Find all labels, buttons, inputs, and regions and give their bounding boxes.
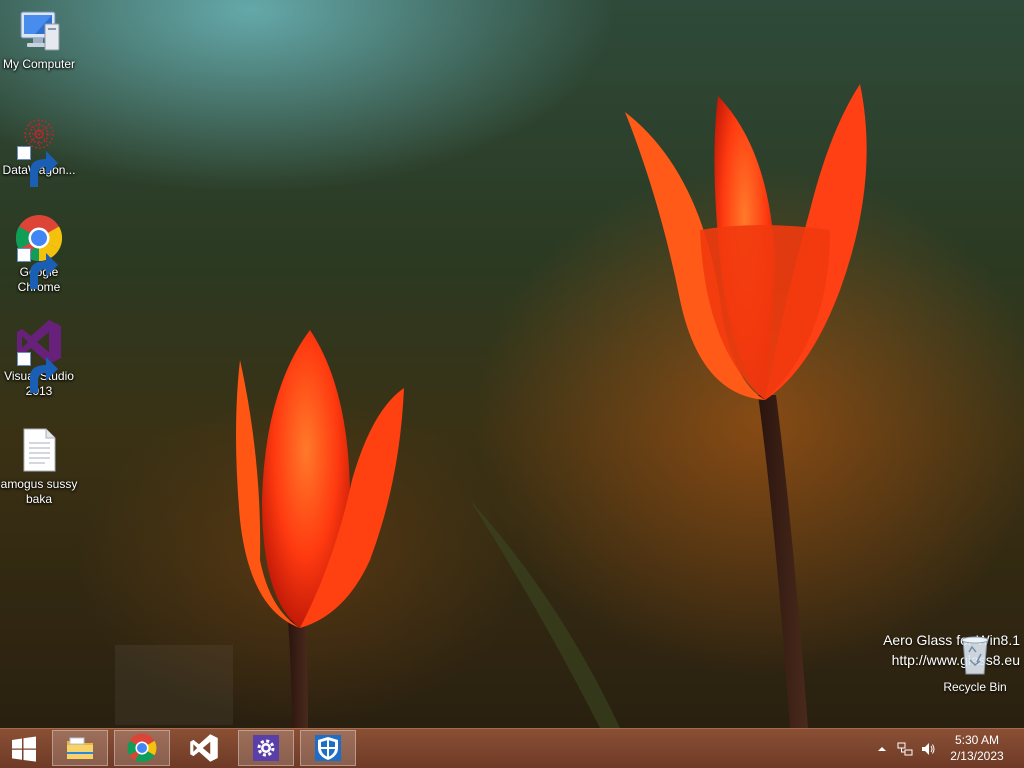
taskbar-button-settings[interactable]	[238, 730, 294, 766]
settings-icon	[253, 735, 279, 761]
visual-studio-icon	[190, 734, 218, 762]
chrome-icon	[127, 733, 157, 763]
show-hidden-icons-icon[interactable]	[874, 741, 890, 757]
recycle-bin-icon	[955, 632, 995, 676]
desktop-icon-amogus-sussy-baka[interactable]: amogus sussy baka	[0, 426, 78, 507]
taskbar-button-windows-defender[interactable]	[300, 730, 356, 766]
recycle-bin-label: Recycle Bin	[943, 680, 1007, 694]
desktop[interactable]: My Computer DataWagon...	[0, 0, 1024, 728]
shortcut-arrow-icon	[17, 352, 58, 393]
desktop-icon-label: amogus sussy baka	[0, 477, 78, 506]
taskbar-button-file-explorer[interactable]	[52, 730, 108, 766]
windows-logo-icon	[12, 736, 36, 762]
clock-date: 2/13/2023	[950, 749, 1004, 763]
desktop-icon-label: My Computer	[2, 57, 76, 71]
tulip-wallpaper	[115, 84, 867, 728]
desktop-icon-visual-studio-2013[interactable]: Visual Studio 2013	[0, 318, 78, 399]
shortcut-arrow-icon	[17, 248, 58, 289]
desktop-icon-recycle-bin[interactable]: Recycle Bin	[936, 632, 1014, 694]
desktop-icon-datawagon[interactable]: DataWagon...	[0, 112, 78, 187]
start-button[interactable]	[0, 729, 48, 768]
visual-studio-icon	[15, 318, 63, 393]
taskbar-clock[interactable]: 5:30 AM 2/13/2023	[932, 732, 1022, 764]
chrome-icon	[15, 214, 63, 289]
file-explorer-icon	[67, 737, 93, 759]
shield-icon	[315, 735, 341, 761]
datawagon-icon	[15, 112, 63, 187]
shortcut-arrow-icon	[17, 146, 58, 187]
text-document-icon	[15, 426, 63, 474]
computer-icon	[15, 6, 63, 54]
desktop-icon-google-chrome[interactable]: Google Chrome	[0, 214, 78, 295]
clock-time: 5:30 AM	[954, 733, 1000, 747]
taskbar-button-google-chrome[interactable]	[114, 730, 170, 766]
network-icon[interactable]	[897, 741, 913, 757]
taskbar: 5:30 AM 2/13/2023	[0, 728, 1024, 768]
desktop-icon-my-computer[interactable]: My Computer	[0, 6, 78, 72]
taskbar-button-visual-studio[interactable]	[176, 730, 232, 766]
